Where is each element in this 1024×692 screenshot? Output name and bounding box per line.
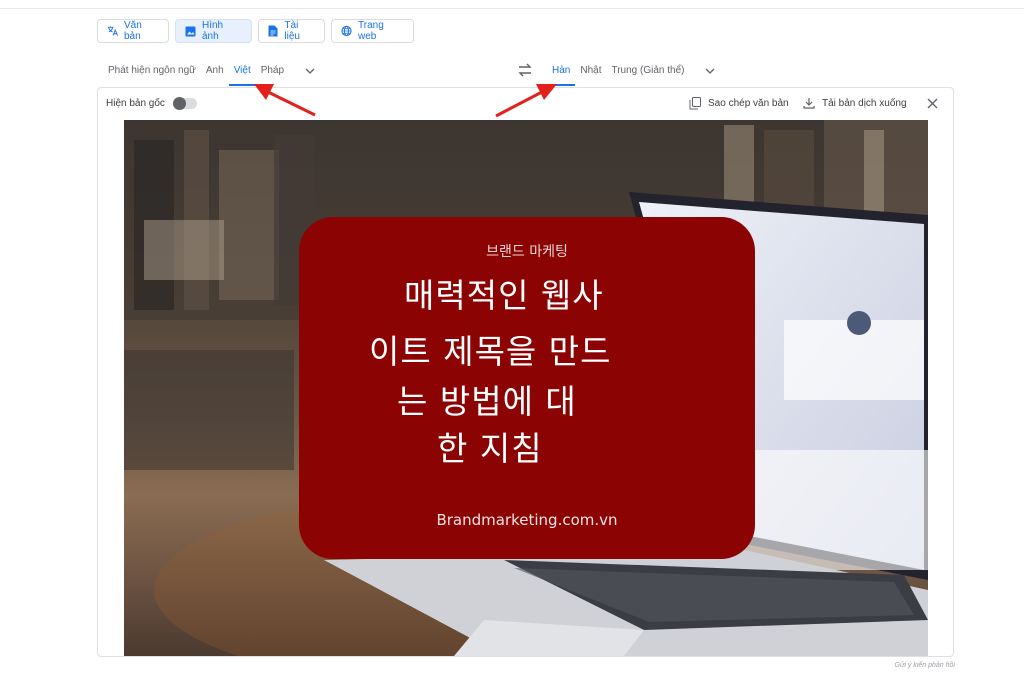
tab-document-label: Tài liệu xyxy=(284,20,300,42)
source-lang-vietnamese[interactable]: Việt xyxy=(228,58,256,86)
source-lang-more-chevron-icon[interactable] xyxy=(301,62,319,80)
image-title-line-3: 는 방법에 대 xyxy=(397,382,577,421)
tab-image[interactable]: Hình ảnh xyxy=(175,19,252,43)
translated-image: 브랜드 마케팅 매력적인 웹사 이트 제목을 만드 는 방법에 대 한 지침 B… xyxy=(124,120,928,656)
copy-icon xyxy=(689,97,701,110)
download-icon xyxy=(803,97,815,109)
tab-website-label: Trang web xyxy=(358,20,384,42)
translate-icon xyxy=(107,26,118,37)
tab-website[interactable]: Trang web xyxy=(331,19,414,43)
show-original-label: Hiện bản gốc xyxy=(106,98,165,109)
globe-icon xyxy=(341,25,352,37)
target-lang-chinese[interactable]: Trung (Giản thể) xyxy=(606,58,689,84)
download-translation-label: Tải bản dịch xuống xyxy=(822,97,907,109)
target-lang-more-chevron-icon[interactable] xyxy=(701,62,719,80)
tab-document[interactable]: Tài liệu xyxy=(258,19,325,43)
image-title-line-2: 이트 제목을 만드 xyxy=(369,332,612,371)
tab-image-label: Hình ảnh xyxy=(202,20,224,42)
source-lang-french[interactable]: Pháp xyxy=(256,58,289,84)
image-icon xyxy=(185,26,196,37)
source-lang-detect[interactable]: Phát hiện ngôn ngữ xyxy=(103,58,201,84)
download-translation-button[interactable]: Tải bản dịch xuống xyxy=(803,97,907,109)
copy-text-label: Sao chép văn bản xyxy=(708,97,789,109)
close-icon[interactable] xyxy=(926,97,939,110)
document-icon xyxy=(268,25,278,37)
image-title-line-4: 한 지침 xyxy=(437,429,543,468)
image-domain: Brandmarketing.com.vn xyxy=(436,511,618,529)
tab-text[interactable]: Văn bản xyxy=(97,19,169,43)
target-lang-korean[interactable]: Hàn xyxy=(547,58,576,86)
mode-tabs: Văn bản Hình ảnh Tài liệu Trang web xyxy=(97,19,414,43)
image-subtitle: 브랜드 마케팅 xyxy=(486,244,568,260)
image-title-line-1: 매력적인 웹사 xyxy=(404,276,604,315)
translated-text-overlay: 브랜드 마케팅 매력적인 웹사 이트 제목을 만드 는 방법에 대 한 지침 B… xyxy=(299,217,755,559)
target-lang-japanese[interactable]: Nhật xyxy=(575,58,606,84)
swap-languages-icon[interactable] xyxy=(516,62,534,78)
toggle-knob xyxy=(173,97,186,110)
top-divider xyxy=(0,8,1024,9)
show-original-toggle[interactable] xyxy=(173,97,197,110)
copy-text-button[interactable]: Sao chép văn bản xyxy=(689,97,789,110)
tab-text-label: Văn bản xyxy=(124,20,142,42)
source-language-bar: Phát hiện ngôn ngữ Anh Việt Pháp xyxy=(103,58,319,86)
target-language-bar: Hàn Nhật Trung (Giản thể) xyxy=(547,58,719,86)
card-toolbar: Hiện bản gốc Sao chép văn bản Tải bản dị… xyxy=(98,88,953,120)
send-feedback-link[interactable]: Gửi ý kiến phản hồi xyxy=(895,662,955,669)
translation-card: Hiện bản gốc Sao chép văn bản Tải bản dị… xyxy=(97,87,954,657)
source-lang-english[interactable]: Anh xyxy=(201,58,229,84)
